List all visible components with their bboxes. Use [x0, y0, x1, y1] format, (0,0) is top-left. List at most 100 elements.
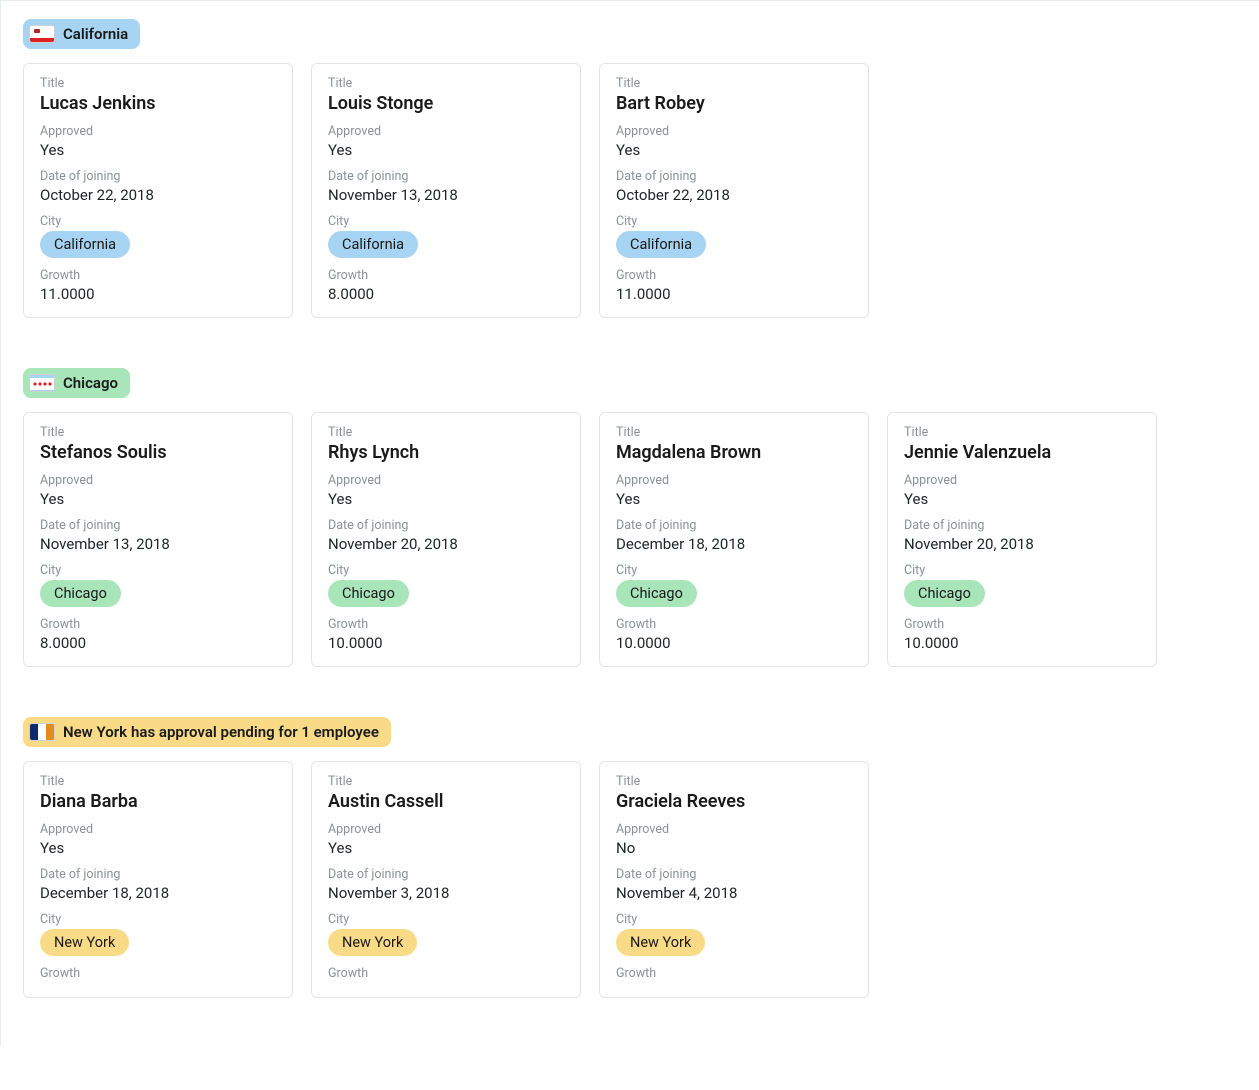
group-name: California [63, 25, 128, 43]
field-label: Growth [904, 617, 1140, 632]
record-card[interactable]: TitleAustin Cassell Approved Yes Date of jo… [311, 761, 581, 998]
field-label: Title [616, 76, 852, 91]
group-header[interactable]: New Yorkhas approval pending for 1 emplo… [23, 717, 391, 747]
card-container: TitleStefanos SoulisApprovedYesDate of j… [11, 412, 1249, 667]
field-label: Date of joining [40, 518, 276, 533]
record-card[interactable]: TitleJennie ValenzuelaApprovedYesDate of… [887, 412, 1157, 667]
field-label: Date of joining [616, 169, 852, 184]
field-city: City New York [616, 912, 852, 956]
field-label: Title [616, 774, 852, 789]
field-date: Date of joiningOctober 22, 2018 [40, 169, 276, 204]
field-label: Title [328, 774, 564, 789]
field-value: Graciela Reeves [616, 791, 852, 812]
field-value: November 4, 2018 [616, 884, 852, 902]
field-label: City [40, 214, 276, 229]
field-value: 8.0000 [40, 634, 276, 652]
field-value: Magdalena Brown [616, 442, 852, 463]
field-value: November 20, 2018 [328, 535, 564, 553]
field-approved: ApprovedYes [40, 473, 276, 508]
record-card[interactable]: TitleLucas JenkinsApprovedYesDate of joi… [23, 63, 293, 318]
group-header[interactable]: California [23, 19, 140, 49]
field-label: Title [40, 76, 276, 91]
city-tag[interactable]: Chicago [904, 580, 985, 607]
field-label: Date of joining [40, 867, 276, 882]
field-date: Date of joiningNovember 3, 2018 [328, 867, 564, 902]
record-card[interactable]: TitleBart RobeyApprovedYesDate of joinin… [599, 63, 869, 318]
field-label: Approved [616, 473, 852, 488]
record-card[interactable]: TitleMagdalena BrownApprovedYesDate of j… [599, 412, 869, 667]
card-container: Title Lucas Jenkins Approved Yes Date of joi… [11, 63, 1249, 318]
city-tag[interactable]: Chicago [40, 580, 121, 607]
city-tag[interactable]: Chicago [616, 580, 697, 607]
city-tag[interactable]: New York [40, 929, 129, 956]
field-label: Growth [616, 268, 852, 283]
group-chicago: ChicagoTitleStefanos SoulisApprovedYesDa… [11, 356, 1249, 667]
field-label: Title [616, 425, 852, 440]
field-title: Title Graciela Reeves [616, 774, 852, 812]
field-city: CityChicago [904, 563, 1140, 607]
field-label: Approved [616, 124, 852, 139]
field-label: Title [328, 425, 564, 440]
city-tag[interactable]: California [40, 231, 130, 258]
field-label: Approved [40, 822, 276, 837]
field-value: Diana Barba [40, 791, 276, 812]
field-value: Yes [904, 490, 1140, 508]
field-label: Approved [616, 822, 852, 837]
field-value: 11.0000 [616, 285, 852, 303]
field-label: City [328, 214, 564, 229]
field-value: November 13, 2018 [328, 186, 564, 204]
city-tag[interactable]: Chicago [328, 580, 409, 607]
city-tag[interactable]: California [328, 231, 418, 258]
group-name: Chicago [63, 374, 118, 392]
record-card[interactable]: TitleLouis StongeApprovedYesDate of join… [311, 63, 581, 318]
field-value: December 18, 2018 [616, 535, 852, 553]
field-value: Yes [328, 490, 564, 508]
group-header[interactable]: Chicago [23, 368, 130, 398]
field-label: Growth [328, 966, 564, 981]
field-growth: Growth 11.0000 [616, 268, 852, 303]
card-container: Title Diana Barba Approved Yes Date of joini… [11, 761, 1249, 998]
field-label: City [40, 912, 276, 927]
field-label: Title [904, 425, 1140, 440]
group-newyork: New Yorkhas approval pending for 1 emplo… [11, 705, 1249, 998]
record-card[interactable]: TitleDiana BarbaApprovedYesDate of joini… [23, 761, 293, 998]
field-label: Date of joining [328, 867, 564, 882]
field-value: Stefanos Soulis [40, 442, 276, 463]
flag-icon [29, 25, 55, 43]
city-tag[interactable]: California [616, 231, 706, 258]
field-date: Date of joiningNovember 13, 2018 [40, 518, 276, 553]
field-value: Yes [616, 141, 852, 159]
record-card[interactable]: TitleStefanos SoulisApprovedYesDate of j… [23, 412, 293, 667]
field-label: Approved [328, 822, 564, 837]
city-tag[interactable]: New York [616, 929, 705, 956]
field-value: 10.0000 [616, 634, 852, 652]
field-value: Yes [40, 839, 276, 857]
field-city: City California [328, 214, 564, 258]
field-title: TitleAustin Cassell [328, 774, 564, 812]
field-value: Yes [328, 839, 564, 857]
field-label: City [616, 912, 852, 927]
field-growth: Growth [616, 966, 852, 981]
field-value: November 20, 2018 [904, 535, 1140, 553]
field-label: Approved [40, 124, 276, 139]
record-card[interactable]: TitleGraciela ReevesApprovedNoDate of jo… [599, 761, 869, 998]
field-growth: Growth10.0000 [904, 617, 1140, 652]
field-date: Date of joining December 18, 2018 [616, 518, 852, 553]
group-california: California Title Lucas Jenkins Approved Yes D… [11, 7, 1249, 318]
field-approved: ApprovedYes [904, 473, 1140, 508]
city-tag[interactable]: New York [328, 929, 417, 956]
field-label: Date of joining [616, 518, 852, 533]
field-label: Growth [328, 617, 564, 632]
field-value: Lucas Jenkins [40, 93, 276, 114]
field-city: CityCalifornia [616, 214, 852, 258]
field-label: City [616, 563, 852, 578]
record-card[interactable]: TitleRhys LynchApprovedYesDate of joinin… [311, 412, 581, 667]
field-label: Date of joining [40, 169, 276, 184]
field-label: Growth [616, 617, 852, 632]
field-growth: Growth 10.0000 [616, 617, 852, 652]
field-label: Growth [40, 966, 276, 981]
field-label: Approved [40, 473, 276, 488]
field-label: Date of joining [328, 169, 564, 184]
field-value: Jennie Valenzuela [904, 442, 1140, 463]
field-label: City [40, 563, 276, 578]
